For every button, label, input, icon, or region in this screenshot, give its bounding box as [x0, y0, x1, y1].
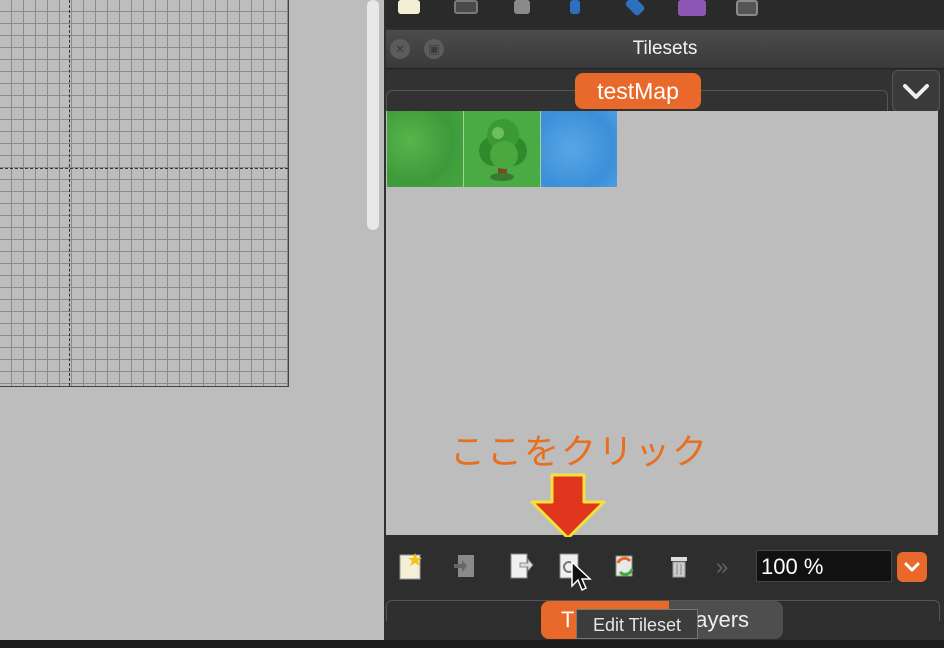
- tree-icon: [479, 119, 527, 181]
- new-icon[interactable]: [398, 0, 420, 14]
- remove-tileset-icon[interactable]: [666, 551, 692, 581]
- window-bottom-edge: [0, 640, 944, 648]
- map-grid[interactable]: [0, 0, 289, 387]
- annotation-text: ここをクリック: [450, 433, 710, 473]
- tilesets-panel-header: ✕ ▣ Tilesets: [386, 30, 944, 69]
- grid-major-line: [69, 0, 70, 386]
- tab-list-dropdown[interactable]: [892, 70, 940, 112]
- export-tileset-icon[interactable]: [508, 551, 534, 581]
- down-arrow-icon: [530, 473, 606, 540]
- blue-tool-icon[interactable]: [570, 0, 580, 14]
- tile-separator: [463, 111, 464, 187]
- replace-tileset-icon[interactable]: [612, 551, 638, 581]
- chevron-down-icon: [904, 562, 920, 572]
- tile-tree[interactable]: [464, 111, 540, 187]
- purple-layer-icon[interactable]: [678, 0, 706, 16]
- chevron-down-icon: [903, 84, 929, 99]
- tile-water[interactable]: [541, 111, 617, 187]
- tab-testmap[interactable]: testMap: [575, 73, 701, 109]
- map-scrollbar[interactable]: [367, 0, 379, 230]
- import-tileset-icon[interactable]: [452, 551, 478, 581]
- more-icon[interactable]: »: [716, 553, 746, 581]
- zoom-dropdown[interactable]: [897, 552, 927, 582]
- delete-icon[interactable]: [514, 0, 530, 14]
- tooltip: Edit Tileset: [576, 609, 698, 639]
- new-tileset-icon[interactable]: [398, 551, 424, 581]
- copy-icon[interactable]: [454, 0, 478, 14]
- blue-tool-icon[interactable]: [624, 0, 646, 17]
- magnify-icon[interactable]: [736, 0, 758, 16]
- panel-title: Tilesets: [632, 38, 698, 59]
- top-toolbar: [386, 0, 944, 28]
- mouse-cursor-icon: [571, 560, 592, 592]
- tile-separator: [540, 111, 541, 187]
- tile-grass[interactable]: [387, 111, 463, 187]
- zoom-input[interactable]: 100 %: [756, 550, 892, 582]
- grid-major-line: [0, 168, 288, 169]
